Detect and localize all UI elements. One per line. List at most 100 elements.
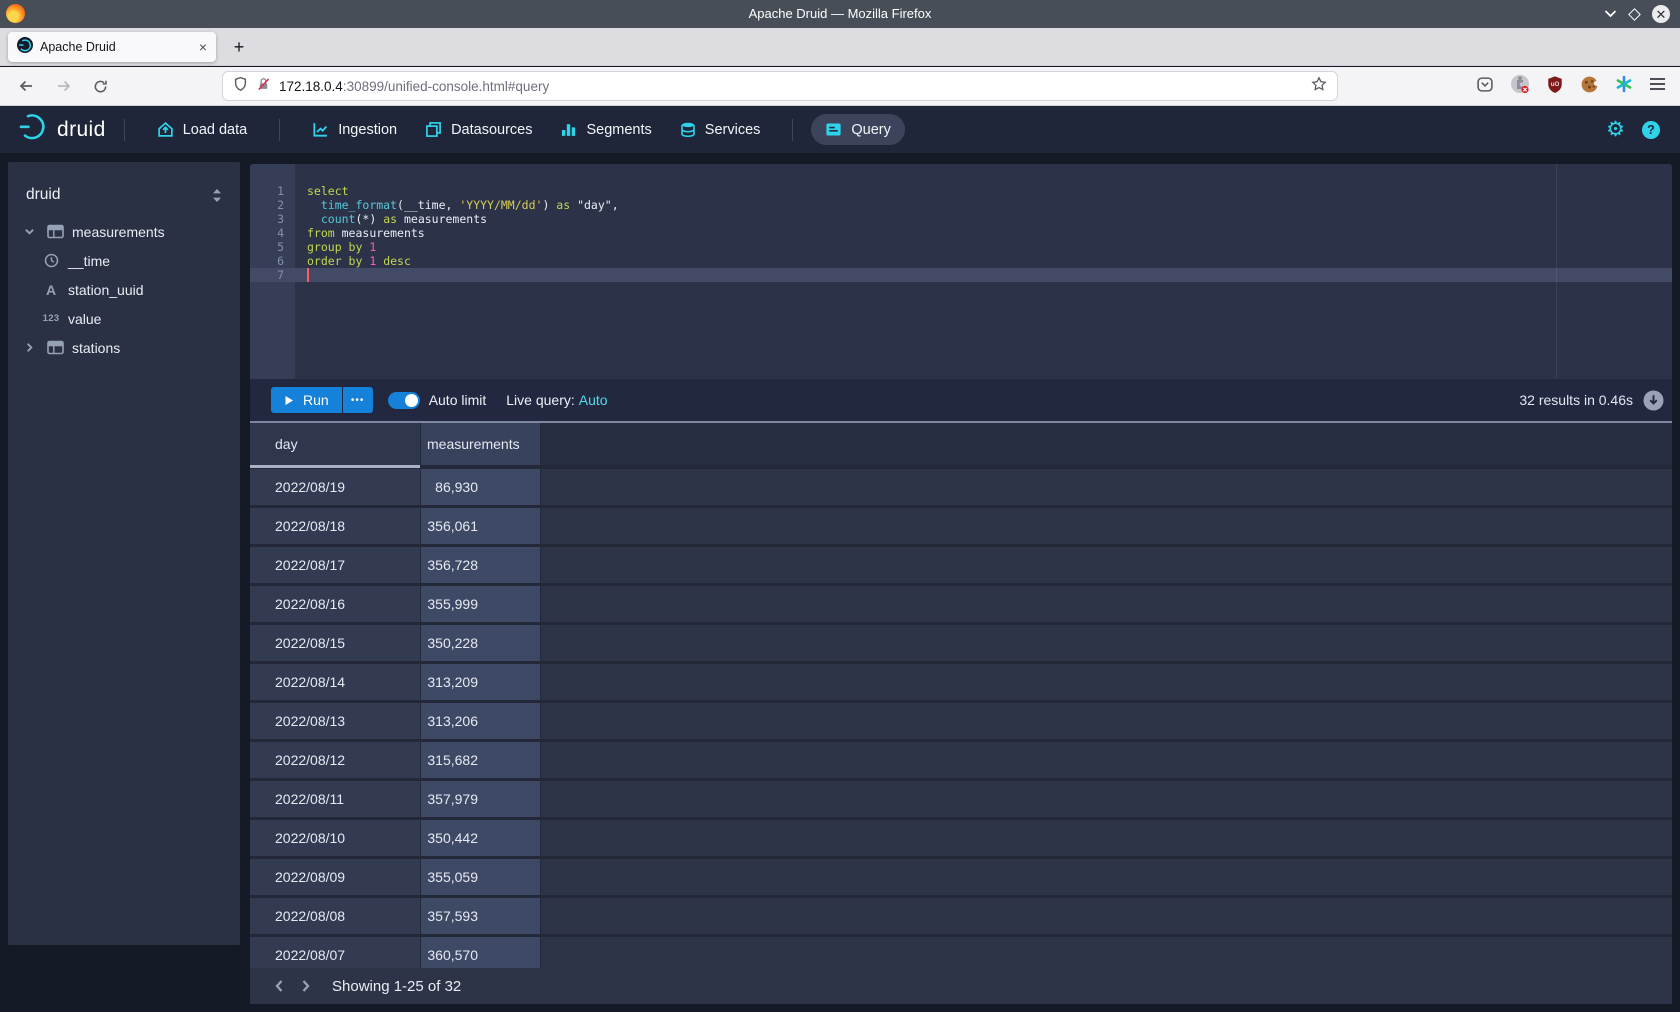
cell-measurements[interactable]: 350,442 (421, 820, 540, 856)
cell-day[interactable]: 2022/08/09 (250, 859, 420, 895)
cell-measurements[interactable]: 315,682 (421, 742, 540, 778)
tree-item-value[interactable]: 123value (8, 304, 240, 333)
cell-measurements[interactable]: 357,593 (421, 898, 540, 934)
cell-measurements[interactable]: 360,570 (421, 937, 540, 968)
cell-day[interactable]: 2022/08/08 (250, 898, 420, 934)
sparkle-extension-icon[interactable] (1615, 75, 1633, 98)
cell-measurements[interactable]: 355,999 (421, 586, 540, 622)
code-token: (__time, (397, 198, 459, 212)
cell-day[interactable]: 2022/08/18 (250, 508, 420, 544)
cell-measurements[interactable]: 313,206 (421, 703, 540, 739)
row-filler (541, 859, 1672, 895)
cookie-extension-icon[interactable] (1580, 75, 1599, 99)
run-button[interactable]: Run (271, 387, 342, 413)
sql-editor[interactable]: 1234567 select time_format(__time, 'YYYY… (250, 164, 1672, 379)
run-more-button[interactable]: ••• (343, 387, 373, 413)
tree-item-station_uuid[interactable]: Astation_uuid (8, 275, 240, 304)
druid-app-header: druid Load data IngestionDatasourcesSegme… (0, 106, 1680, 153)
nav-item-load-data[interactable]: Load data (143, 114, 262, 145)
code-token: as (556, 198, 570, 212)
row-filler (541, 820, 1672, 856)
row-filler (541, 742, 1672, 778)
cell-day[interactable]: 2022/08/13 (250, 703, 420, 739)
segments-icon (560, 121, 577, 138)
chevron-right-icon[interactable] (20, 342, 38, 353)
forward-icon[interactable] (52, 74, 76, 98)
row-filler (541, 625, 1672, 661)
prev-page-icon[interactable] (266, 973, 292, 999)
window-close-icon[interactable]: ✕ (1652, 5, 1670, 23)
cell-day[interactable]: 2022/08/12 (250, 742, 420, 778)
help-icon[interactable]: ? (1642, 121, 1660, 139)
nav-item-datasources[interactable]: Datasources (411, 114, 546, 145)
pocket-icon[interactable] (1476, 76, 1494, 98)
cell-day[interactable]: 2022/08/15 (250, 625, 420, 661)
column-header-day[interactable]: day (250, 423, 420, 468)
header-separator (124, 119, 125, 141)
nav-item-segments[interactable]: Segments (546, 114, 665, 145)
cell-measurements[interactable]: 313,209 (421, 664, 540, 700)
bookmark-star-icon[interactable] (1311, 76, 1327, 97)
window-maximize-icon[interactable] (1628, 8, 1641, 21)
cell-day[interactable]: 2022/08/14 (250, 664, 420, 700)
cell-measurements[interactable]: 356,061 (421, 508, 540, 544)
row-filler (541, 781, 1672, 817)
cell-measurements[interactable]: 357,979 (421, 781, 540, 817)
cell-day[interactable]: 2022/08/10 (250, 820, 420, 856)
browser-navbar: 172.18.0.4:30899/unified-console.html#qu… (0, 67, 1680, 106)
tree-item-measurements[interactable]: measurements (8, 217, 240, 246)
insecure-lock-icon[interactable] (256, 76, 271, 97)
cell-day[interactable]: 2022/08/16 (250, 586, 420, 622)
chevron-down-icon[interactable] (20, 226, 38, 237)
tracking-shield-icon[interactable] (233, 76, 248, 97)
code-token (307, 212, 321, 226)
tab-bar: Apache Druid × + (0, 28, 1680, 66)
settings-gear-icon[interactable]: ⚙ (1606, 119, 1625, 140)
editor-cursor (307, 268, 309, 282)
reload-icon[interactable] (88, 74, 112, 98)
ublock-origin-icon[interactable]: uO (1546, 75, 1564, 99)
table-row: 2022/08/10350,442 (250, 820, 1672, 859)
cell-measurements[interactable]: 350,228 (421, 625, 540, 661)
extension-disabled-icon[interactable] (1510, 74, 1530, 99)
table-row: 2022/08/09355,059 (250, 859, 1672, 898)
tree-item-__time[interactable]: __time (8, 246, 240, 275)
cell-day[interactable]: 2022/08/07 (250, 937, 420, 968)
cell-day[interactable]: 2022/08/17 (250, 547, 420, 583)
tab-title: Apache Druid (40, 40, 192, 54)
cell-measurements-value: 356,728 (427, 557, 478, 573)
next-page-icon[interactable] (292, 973, 318, 999)
cell-day[interactable]: 2022/08/11 (250, 781, 420, 817)
row-filler (541, 937, 1672, 968)
tree-item-label: station_uuid (68, 282, 144, 298)
table-row: 2022/08/16355,999 (250, 586, 1672, 625)
cell-measurements[interactable]: 86,930 (421, 469, 540, 505)
pagination-text: Showing 1-25 of 32 (332, 978, 461, 995)
menu-hamburger-icon[interactable] (1649, 77, 1666, 96)
auto-limit-label: Auto limit (429, 392, 487, 408)
header-filler (541, 423, 1672, 465)
nav-item-ingestion[interactable]: Ingestion (298, 114, 411, 145)
nav-item-query[interactable]: Query (811, 114, 905, 145)
nav-item-services[interactable]: Services (666, 114, 775, 145)
header-separator (792, 119, 793, 141)
tree-item-label: measurements (72, 224, 165, 240)
schema-selector[interactable]: druid (8, 182, 240, 208)
auto-limit-toggle[interactable] (388, 392, 420, 409)
cell-measurements[interactable]: 355,059 (421, 859, 540, 895)
column-header-measurements[interactable]: measurements (421, 423, 540, 465)
cell-measurements[interactable]: 356,728 (421, 547, 540, 583)
browser-tab[interactable]: Apache Druid × (8, 32, 216, 62)
live-query-value[interactable]: Auto (579, 392, 608, 408)
back-icon[interactable] (14, 74, 38, 98)
table-icon (46, 224, 64, 239)
url-bar[interactable]: 172.18.0.4:30899/unified-console.html#qu… (222, 71, 1338, 101)
window-minimize-icon[interactable] (1604, 5, 1617, 23)
download-results-icon[interactable] (1643, 390, 1664, 411)
druid-brand[interactable]: druid (18, 112, 106, 147)
tree-item-stations[interactable]: stations (8, 333, 240, 362)
tab-close-icon[interactable]: × (199, 39, 207, 55)
new-tab-button[interactable]: + (226, 34, 252, 60)
cell-day[interactable]: 2022/08/19 (250, 469, 420, 505)
code-token: measurements (397, 212, 487, 226)
